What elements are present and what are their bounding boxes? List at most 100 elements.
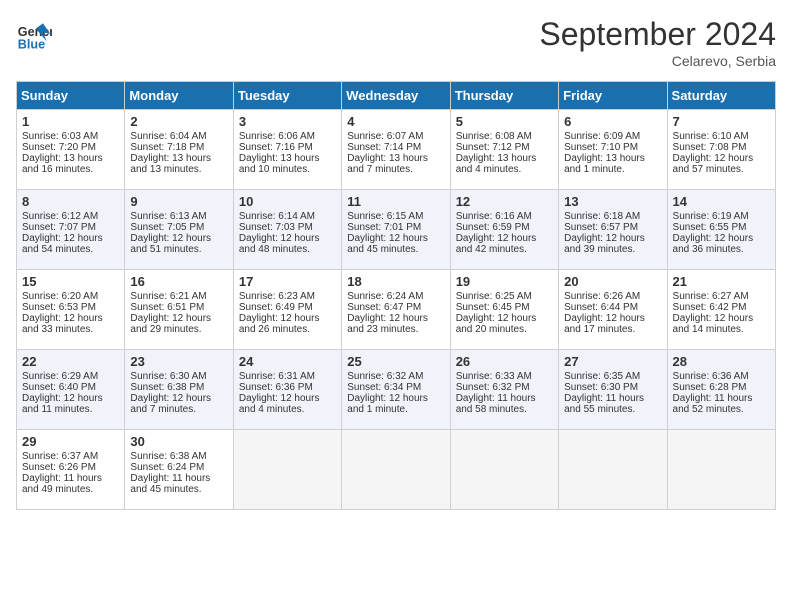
sunrise-text: Sunrise: 6:37 AM bbox=[22, 451, 98, 462]
day-of-week-header: Monday bbox=[125, 82, 233, 110]
day-number: 26 bbox=[456, 354, 553, 369]
calendar-day-cell: 21Sunrise: 6:27 AMSunset: 6:42 PMDayligh… bbox=[667, 270, 775, 350]
logo: General Blue bbox=[16, 16, 52, 52]
calendar-day-cell: 22Sunrise: 6:29 AMSunset: 6:40 PMDayligh… bbox=[17, 350, 125, 430]
calendar-day-cell bbox=[667, 430, 775, 510]
day-of-week-header: Sunday bbox=[17, 82, 125, 110]
sunrise-text: Sunrise: 6:36 AM bbox=[673, 371, 749, 382]
calendar-day-cell: 11Sunrise: 6:15 AMSunset: 7:01 PMDayligh… bbox=[342, 190, 450, 270]
calendar-day-cell bbox=[450, 430, 558, 510]
calendar-week-row: 15Sunrise: 6:20 AMSunset: 6:53 PMDayligh… bbox=[17, 270, 776, 350]
day-number: 24 bbox=[239, 354, 336, 369]
calendar-day-cell: 30Sunrise: 6:38 AMSunset: 6:24 PMDayligh… bbox=[125, 430, 233, 510]
sunset-text: Sunset: 7:20 PM bbox=[22, 142, 96, 153]
daylight-text: Daylight: 13 hours and 1 minute. bbox=[564, 153, 645, 175]
daylight-text: Daylight: 11 hours and 45 minutes. bbox=[130, 473, 210, 495]
calendar-day-cell: 29Sunrise: 6:37 AMSunset: 6:26 PMDayligh… bbox=[17, 430, 125, 510]
daylight-text: Daylight: 12 hours and 39 minutes. bbox=[564, 233, 645, 255]
day-of-week-header: Saturday bbox=[667, 82, 775, 110]
daylight-text: Daylight: 12 hours and 51 minutes. bbox=[130, 233, 211, 255]
sunset-text: Sunset: 6:30 PM bbox=[564, 382, 638, 393]
sunset-text: Sunset: 7:05 PM bbox=[130, 222, 204, 233]
sunrise-text: Sunrise: 6:29 AM bbox=[22, 371, 98, 382]
sunset-text: Sunset: 6:28 PM bbox=[673, 382, 747, 393]
day-number: 14 bbox=[673, 194, 770, 209]
sunset-text: Sunset: 6:57 PM bbox=[564, 222, 638, 233]
sunset-text: Sunset: 6:45 PM bbox=[456, 302, 530, 313]
calendar-day-cell: 18Sunrise: 6:24 AMSunset: 6:47 PMDayligh… bbox=[342, 270, 450, 350]
day-of-week-header: Wednesday bbox=[342, 82, 450, 110]
daylight-text: Daylight: 12 hours and 11 minutes. bbox=[22, 393, 103, 415]
calendar-week-row: 8Sunrise: 6:12 AMSunset: 7:07 PMDaylight… bbox=[17, 190, 776, 270]
calendar-day-cell: 12Sunrise: 6:16 AMSunset: 6:59 PMDayligh… bbox=[450, 190, 558, 270]
daylight-text: Daylight: 13 hours and 10 minutes. bbox=[239, 153, 320, 175]
sunrise-text: Sunrise: 6:23 AM bbox=[239, 291, 315, 302]
sunset-text: Sunset: 7:10 PM bbox=[564, 142, 638, 153]
day-number: 8 bbox=[22, 194, 119, 209]
sunset-text: Sunset: 6:51 PM bbox=[130, 302, 204, 313]
day-of-week-header: Thursday bbox=[450, 82, 558, 110]
sunset-text: Sunset: 6:44 PM bbox=[564, 302, 638, 313]
day-number: 4 bbox=[347, 114, 444, 129]
sunset-text: Sunset: 6:32 PM bbox=[456, 382, 530, 393]
day-number: 13 bbox=[564, 194, 661, 209]
daylight-text: Daylight: 11 hours and 55 minutes. bbox=[564, 393, 644, 415]
sunset-text: Sunset: 6:34 PM bbox=[347, 382, 421, 393]
day-number: 22 bbox=[22, 354, 119, 369]
sunrise-text: Sunrise: 6:25 AM bbox=[456, 291, 532, 302]
daylight-text: Daylight: 12 hours and 17 minutes. bbox=[564, 313, 645, 335]
daylight-text: Daylight: 11 hours and 58 minutes. bbox=[456, 393, 536, 415]
calendar-day-cell: 9 Sunrise: 6:13 AMSunset: 7:05 PMDaylight… bbox=[125, 190, 233, 270]
calendar-table: SundayMondayTuesdayWednesdayThursdayFrid… bbox=[16, 81, 776, 510]
calendar-week-row: 22Sunrise: 6:29 AMSunset: 6:40 PMDayligh… bbox=[17, 350, 776, 430]
day-number: 3 bbox=[239, 114, 336, 129]
daylight-text: Daylight: 12 hours and 57 minutes. bbox=[673, 153, 754, 175]
calendar-day-cell: 17Sunrise: 6:23 AMSunset: 6:49 PMDayligh… bbox=[233, 270, 341, 350]
daylight-text: Daylight: 13 hours and 13 minutes. bbox=[130, 153, 211, 175]
day-number: 21 bbox=[673, 274, 770, 289]
sunset-text: Sunset: 6:42 PM bbox=[673, 302, 747, 313]
calendar-day-cell: 15Sunrise: 6:20 AMSunset: 6:53 PMDayligh… bbox=[17, 270, 125, 350]
title-block: September 2024 Celarevo, Serbia bbox=[539, 16, 776, 69]
day-number: 9 bbox=[130, 194, 227, 209]
sunrise-text: Sunrise: 6:18 AM bbox=[564, 211, 640, 222]
sunset-text: Sunset: 6:49 PM bbox=[239, 302, 313, 313]
sunset-text: Sunset: 6:26 PM bbox=[22, 462, 96, 473]
page-header: General Blue September 2024 Celarevo, Se… bbox=[16, 16, 776, 69]
sunrise-text: Sunrise: 6:35 AM bbox=[564, 371, 640, 382]
sunset-text: Sunset: 7:08 PM bbox=[673, 142, 747, 153]
sunset-text: Sunset: 6:38 PM bbox=[130, 382, 204, 393]
sunset-text: Sunset: 7:14 PM bbox=[347, 142, 421, 153]
sunset-text: Sunset: 7:16 PM bbox=[239, 142, 313, 153]
daylight-text: Daylight: 12 hours and 7 minutes. bbox=[130, 393, 211, 415]
day-number: 20 bbox=[564, 274, 661, 289]
calendar-day-cell: 20 Sunrise: 6:26 AMSunset: 6:44 PMDayligh… bbox=[559, 270, 667, 350]
sunset-text: Sunset: 7:01 PM bbox=[347, 222, 421, 233]
sunrise-text: Sunrise: 6:16 AM bbox=[456, 211, 532, 222]
sunset-text: Sunset: 6:24 PM bbox=[130, 462, 204, 473]
sunrise-text: Sunrise: 6:13 AM bbox=[130, 211, 206, 222]
sunrise-text: Sunrise: 6:15 AM bbox=[347, 211, 423, 222]
daylight-text: Daylight: 12 hours and 29 minutes. bbox=[130, 313, 211, 335]
sunrise-text: Sunrise: 6:24 AM bbox=[347, 291, 423, 302]
sunrise-text: Sunrise: 6:14 AM bbox=[239, 211, 315, 222]
sunrise-text: Sunrise: 6:26 AM bbox=[564, 291, 640, 302]
logo-icon: General Blue bbox=[16, 16, 52, 52]
sunset-text: Sunset: 6:59 PM bbox=[456, 222, 530, 233]
month-title: September 2024 bbox=[539, 16, 776, 53]
calendar-body: 1Sunrise: 6:03 AMSunset: 7:20 PMDaylight… bbox=[17, 110, 776, 510]
sunrise-text: Sunrise: 6:32 AM bbox=[347, 371, 423, 382]
sunrise-text: Sunrise: 6:19 AM bbox=[673, 211, 749, 222]
calendar-day-cell: 16Sunrise: 6:21 AMSunset: 6:51 PMDayligh… bbox=[125, 270, 233, 350]
sunrise-text: Sunrise: 6:33 AM bbox=[456, 371, 532, 382]
day-of-week-header: Tuesday bbox=[233, 82, 341, 110]
day-number: 19 bbox=[456, 274, 553, 289]
daylight-text: Daylight: 12 hours and 26 minutes. bbox=[239, 313, 320, 335]
sunrise-text: Sunrise: 6:08 AM bbox=[456, 131, 532, 142]
daylight-text: Daylight: 12 hours and 42 minutes. bbox=[456, 233, 537, 255]
calendar-day-cell: 5Sunrise: 6:08 AMSunset: 7:12 PMDaylight… bbox=[450, 110, 558, 190]
sunrise-text: Sunrise: 6:07 AM bbox=[347, 131, 423, 142]
day-number: 30 bbox=[130, 434, 227, 449]
calendar-day-cell bbox=[342, 430, 450, 510]
daylight-text: Daylight: 12 hours and 48 minutes. bbox=[239, 233, 320, 255]
